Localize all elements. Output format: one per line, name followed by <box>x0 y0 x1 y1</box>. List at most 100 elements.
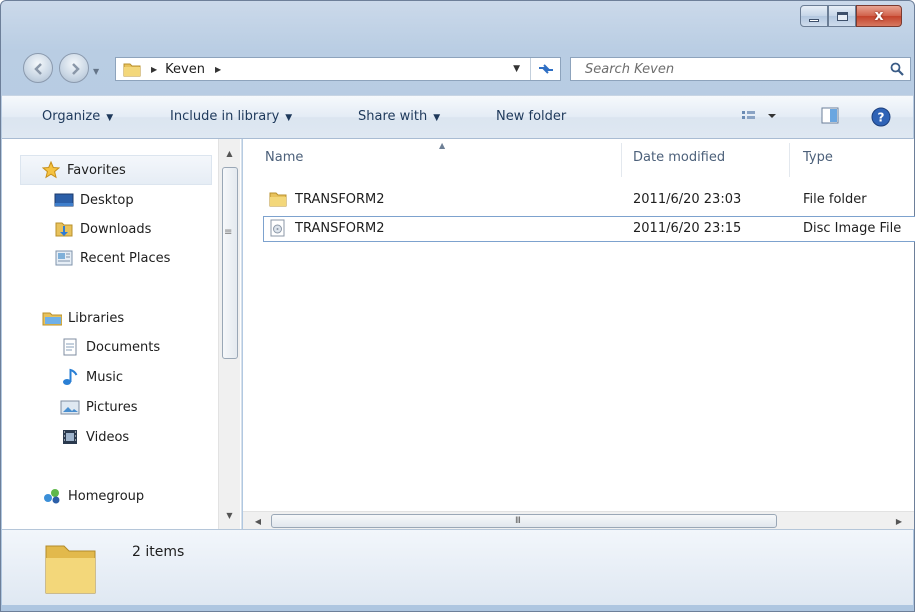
details-pane: 2 items <box>2 529 913 605</box>
address-bar[interactable]: ▶ Keven ▶ ▼ <box>115 57 561 81</box>
table-row[interactable]: TRANSFORM2 2011/6/20 23:15 Disc Image Fi… <box>263 216 915 242</box>
music-icon <box>60 368 80 386</box>
nav-item-documents[interactable]: Documents <box>60 334 160 360</box>
file-type: File folder <box>803 192 867 207</box>
scroll-right-icon[interactable]: ▶ <box>890 512 908 530</box>
videos-icon <box>60 428 80 446</box>
downloads-icon <box>54 220 74 238</box>
scrollbar-thumb[interactable] <box>222 167 238 359</box>
svg-text:?: ? <box>878 111 885 125</box>
preview-pane-button[interactable] <box>820 106 840 129</box>
nav-item-homegroup[interactable]: Homegroup <box>42 483 144 509</box>
explorer-window: x ▼ ▶ Keven ▶ ▼ Search Keven Organize ▼ … <box>0 0 915 612</box>
nav-item-pictures[interactable]: Pictures <box>60 394 137 420</box>
folder-icon <box>45 545 96 594</box>
help-button[interactable]: ? <box>870 106 892 131</box>
recent-places-icon <box>54 249 74 267</box>
change-view-button[interactable] <box>740 106 780 129</box>
new-folder-label: New folder <box>496 109 567 124</box>
nav-label-music: Music <box>86 369 123 385</box>
caption-buttons: x <box>800 5 902 27</box>
nav-item-favorites[interactable]: Favorites <box>20 155 212 185</box>
column-divider[interactable] <box>789 143 790 177</box>
star-icon <box>41 161 61 179</box>
nav-label-pictures: Pictures <box>86 399 138 415</box>
chevron-down-icon: ▼ <box>285 113 293 123</box>
search-input[interactable] <box>571 61 871 77</box>
maximize-button[interactable] <box>828 5 856 27</box>
nav-label-homegroup: Homegroup <box>68 488 145 504</box>
forward-arrow-icon <box>72 63 80 75</box>
recent-pages-dropdown[interactable]: ▼ <box>93 67 99 76</box>
nav-label-downloads: Downloads <box>80 221 152 237</box>
preview-pane-icon <box>821 107 839 124</box>
forward-button[interactable] <box>59 53 89 83</box>
search-box[interactable] <box>570 57 911 81</box>
refresh-button[interactable] <box>530 58 560 80</box>
sort-ascending-icon: ▲ <box>439 141 446 150</box>
file-name: TRANSFORM2 <box>295 221 385 236</box>
table-row[interactable]: TRANSFORM2 2011/6/20 23:03 File folder <box>263 187 915 213</box>
file-date-modified: 2011/6/20 23:15 <box>633 221 742 236</box>
minimize-button[interactable] <box>800 5 828 27</box>
column-header-type[interactable]: Type <box>803 150 833 165</box>
navigation-pane: Favorites Desktop Downloads Recent Place… <box>2 139 242 529</box>
include-in-library-label: Include in library <box>170 109 280 124</box>
organize-menu[interactable]: Organize ▼ <box>42 109 113 124</box>
share-with-label: Share with <box>358 109 428 124</box>
organize-label: Organize <box>42 109 101 124</box>
nav-label-desktop: Desktop <box>80 192 134 208</box>
back-arrow-icon <box>34 63 42 75</box>
back-button[interactable] <box>23 53 53 83</box>
scroll-down-icon[interactable]: ▼ <box>219 505 240 525</box>
scroll-up-icon[interactable]: ▲ <box>219 143 240 163</box>
file-list: ▲ Name Date modified Type TRANSFORM2 201… <box>243 139 915 511</box>
address-row: ▼ ▶ Keven ▶ ▼ <box>1 51 914 89</box>
share-with-menu[interactable]: Share with ▼ <box>358 109 440 124</box>
nav-item-music[interactable]: Music <box>60 364 123 390</box>
breadcrumb-keven[interactable]: Keven <box>165 62 205 77</box>
libraries-icon <box>42 309 62 327</box>
minimize-icon <box>809 18 819 22</box>
navigation-scrollbar[interactable]: ▲ ≡ ▼ <box>218 139 240 529</box>
nav-item-videos[interactable]: Videos <box>60 424 129 450</box>
homegroup-icon <box>42 487 62 505</box>
close-icon: x <box>874 8 884 24</box>
column-header-date-modified[interactable]: Date modified <box>633 150 725 165</box>
scroll-left-icon[interactable]: ◀ <box>249 512 267 530</box>
scrollbar-thumb[interactable]: III <box>271 514 777 528</box>
desktop-icon <box>54 191 74 209</box>
breadcrumb-separator-icon[interactable]: ▶ <box>215 65 221 74</box>
documents-icon <box>60 338 80 356</box>
folder-icon <box>123 63 141 77</box>
item-count: 2 items <box>132 544 185 560</box>
view-options-icon <box>742 111 776 119</box>
nav-item-libraries[interactable]: Libraries <box>42 305 124 331</box>
column-divider[interactable] <box>621 143 622 177</box>
nav-item-downloads[interactable]: Downloads <box>54 216 151 242</box>
address-dropdown-icon[interactable]: ▼ <box>513 64 520 74</box>
file-type: Disc Image File <box>803 221 902 236</box>
nav-item-desktop[interactable]: Desktop <box>54 187 134 213</box>
help-icon: ? <box>871 107 891 127</box>
nav-label-videos: Videos <box>86 429 130 445</box>
refresh-icon <box>538 64 553 74</box>
maximize-icon <box>836 11 848 21</box>
nav-label-documents: Documents <box>86 339 161 355</box>
content-horizontal-scrollbar[interactable]: ◀ III ▶ <box>243 511 914 529</box>
new-folder-button[interactable]: New folder <box>496 109 566 124</box>
search-icon[interactable] <box>890 62 904 76</box>
close-button[interactable]: x <box>856 5 902 27</box>
column-header-name[interactable]: Name <box>265 150 303 165</box>
nav-label-recent-places: Recent Places <box>80 250 171 266</box>
file-date-modified: 2011/6/20 23:03 <box>633 192 742 207</box>
folder-icon <box>269 190 287 212</box>
include-in-library-menu[interactable]: Include in library ▼ <box>170 109 292 124</box>
disc-image-icon <box>269 219 287 241</box>
nav-item-recent-places[interactable]: Recent Places <box>54 245 170 271</box>
chevron-down-icon: ▼ <box>433 113 441 123</box>
chevron-down-icon: ▼ <box>106 113 114 123</box>
breadcrumb-separator-icon[interactable]: ▶ <box>151 65 157 74</box>
scrollbar-grip-icon: ≡ <box>224 227 233 238</box>
nav-label-libraries: Libraries <box>68 310 125 326</box>
